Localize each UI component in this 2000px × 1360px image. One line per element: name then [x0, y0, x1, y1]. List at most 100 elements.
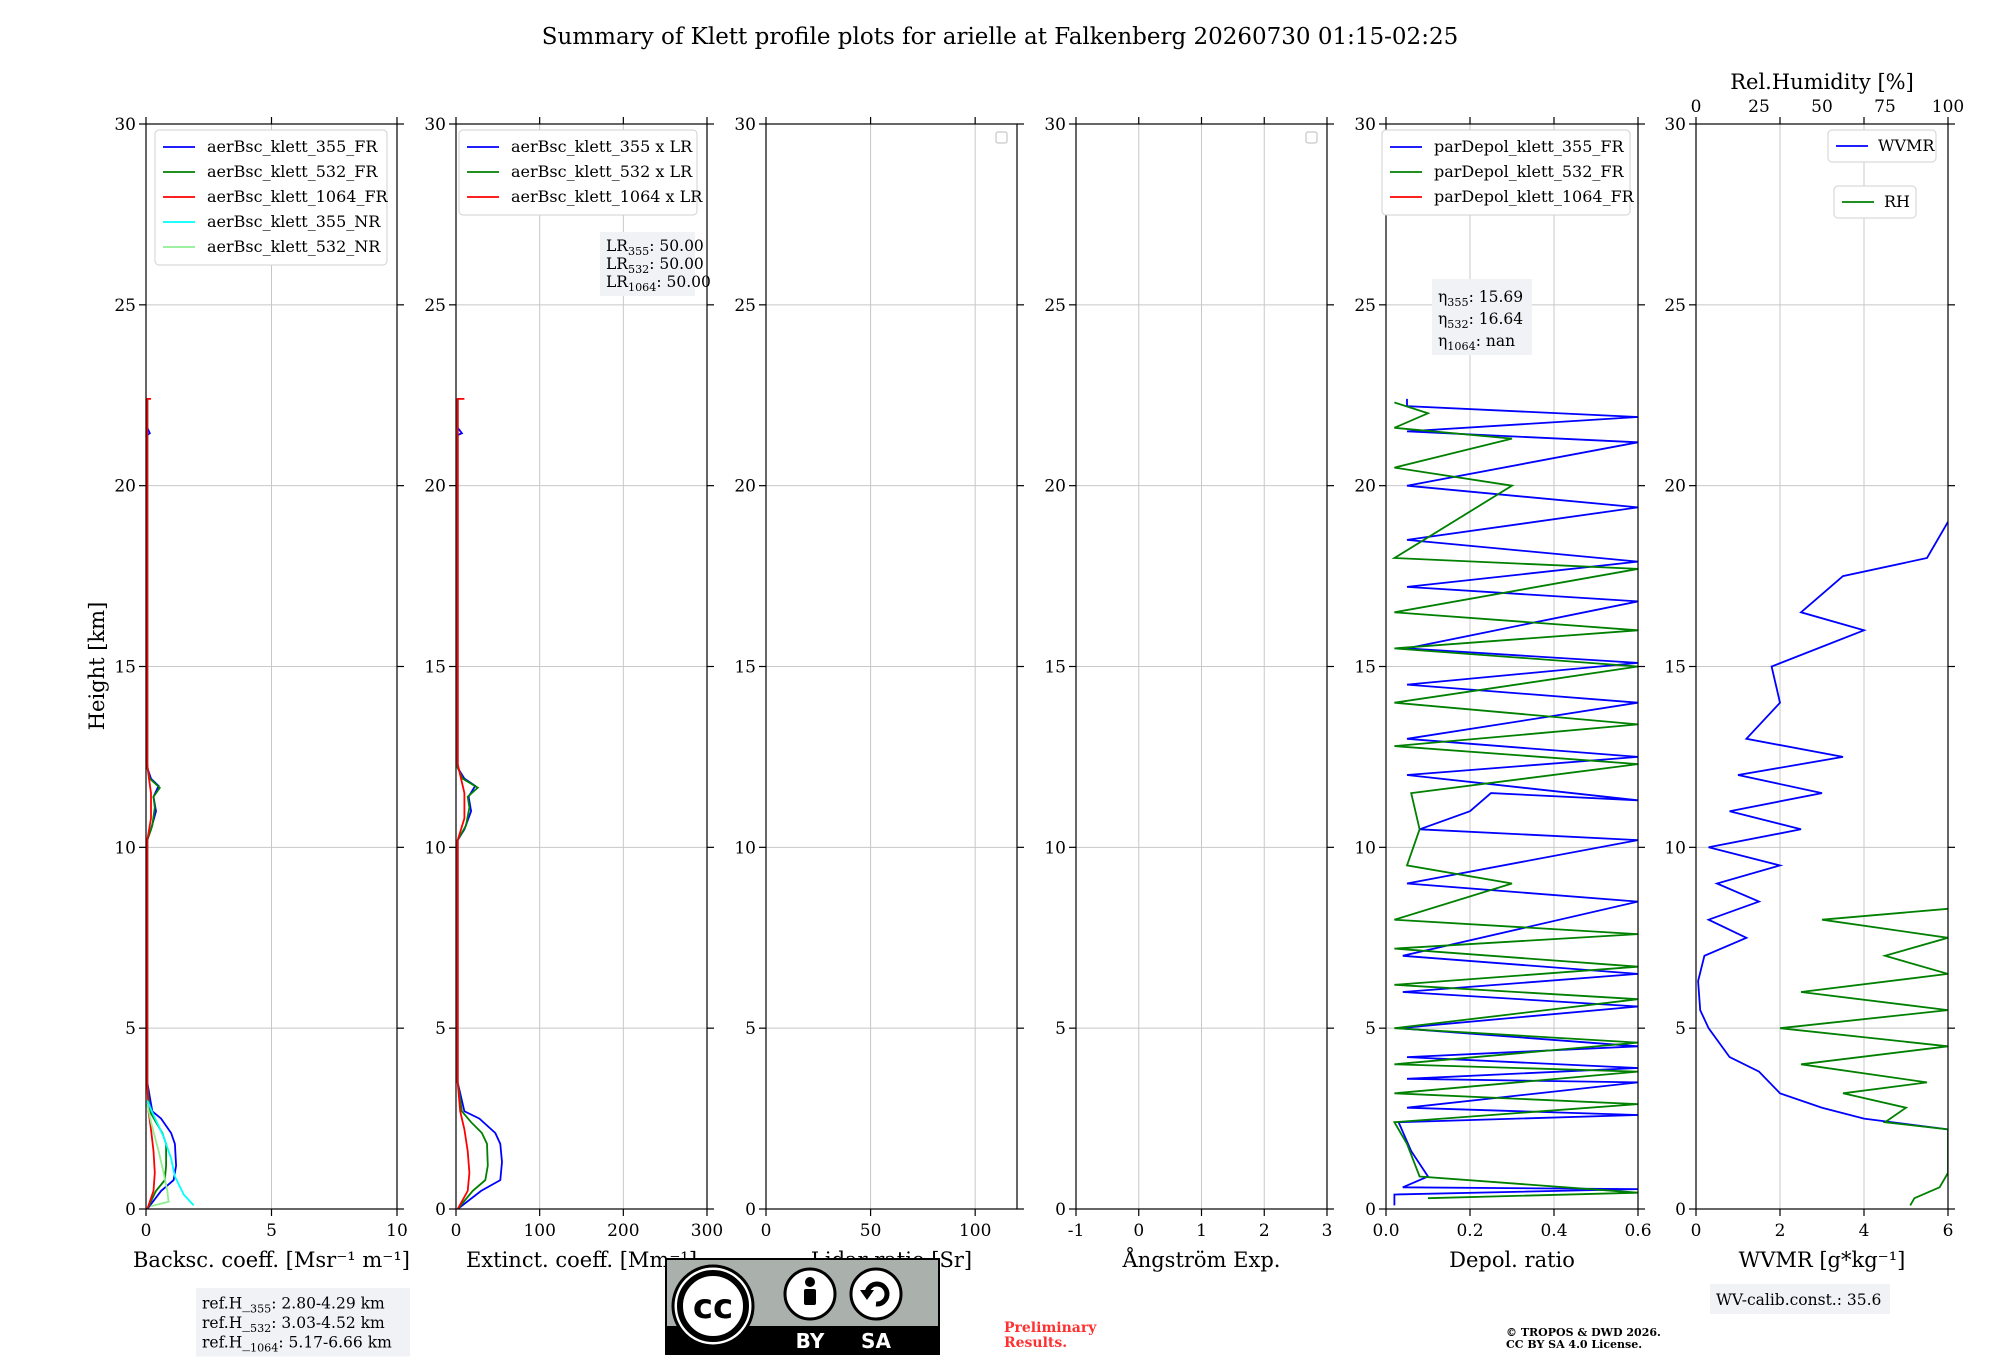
empty-legend: [995, 131, 1008, 144]
y-tick-label: 0: [1675, 1200, 1686, 1220]
x-tick-label: 0: [141, 1221, 152, 1241]
panel-angstrom: 051015202530-1 0 1 2 3Ångström Exp.: [1044, 115, 1334, 1272]
preliminary-line-1: Preliminary: [1004, 1320, 1097, 1336]
x-tick-label: 100: [523, 1221, 555, 1241]
series-line-parDepol_klett_355_FR: [1393, 398, 1638, 1206]
info-line: WV-calib.const.: 35.6: [1716, 1291, 1881, 1309]
top-tick-label: 0: [1691, 97, 1702, 117]
y-tick-label: 15: [424, 658, 446, 678]
y-tick-label: 20: [114, 477, 136, 497]
x-tick-label: 0.0: [1372, 1221, 1399, 1241]
x-tick-label: 0: [1691, 1221, 1702, 1241]
y-tick-label: 0: [435, 1200, 446, 1220]
info-line: ref.H_1064: 5.17-6.66 km: [202, 1334, 392, 1355]
x-axis-label: Extinct. coeff. [Mm⁻¹]: [466, 1248, 697, 1272]
x-axis-label: Backsc. coeff. [Msr⁻¹ m⁻¹]: [133, 1248, 410, 1272]
x-tick-label: 300: [691, 1221, 723, 1241]
y-tick-label: 10: [1664, 838, 1686, 858]
legend-label: aerBsc_klett_355_NR: [207, 212, 381, 231]
cc-text: cc: [693, 1287, 733, 1327]
panel-lidar_ratio: 051015202530050100Lidar ratio [Sr]: [734, 115, 1024, 1272]
legend-label: RH: [1884, 192, 1910, 211]
legend-rh: RH: [1833, 185, 1917, 219]
y-tick-label: 5: [745, 1019, 756, 1039]
x-axis-label: Ångström Exp.: [1122, 1247, 1281, 1272]
panel-extinction: 0510152025300 100 200 300Extinct. coeff. [M…: [424, 115, 723, 1272]
y-tick-label: 0: [125, 1200, 136, 1220]
legend: aerBsc_klett_355 x LR aerBsc_klett_532 x …: [458, 129, 703, 216]
y-tick-label: 5: [435, 1019, 446, 1039]
info-box: η355: 15.69η532: 16.64η1064: nan: [1432, 279, 1532, 355]
y-tick-label: 5: [1055, 1019, 1066, 1039]
y-tick-label: 15: [734, 658, 756, 678]
copyright-line-2: CC BY SA 4.0 License.: [1506, 1338, 1642, 1351]
y-tick-label: 30: [114, 115, 136, 135]
legend-label: aerBsc_klett_1064_FR: [207, 187, 389, 206]
series-line-aerBsc_klett_532 x LR: [456, 398, 489, 1209]
panel-depol: 0 5 10 15 20 25 30 0.0 0.2 0.4 0.6 Depol. ratio parD…: [1354, 115, 1651, 1272]
x-tick-label: 5: [266, 1221, 277, 1241]
y-tick-label: 5: [125, 1019, 136, 1039]
figure-title: Summary of Klett profile plots for ariel…: [542, 24, 1458, 50]
legend-wvmr: WVMR: [1827, 129, 1937, 163]
x-tick-label: 100: [959, 1221, 991, 1241]
x-tick-label: 1: [1196, 1221, 1207, 1241]
info-line: ref.H_355: 2.80-4.29 km: [202, 1295, 385, 1316]
y-tick-label: 30: [1354, 115, 1376, 135]
x-axis-label: Depol. ratio: [1449, 1248, 1575, 1272]
y-tick-label: 30: [1044, 115, 1066, 135]
y-tick-label: 0: [745, 1200, 756, 1220]
legend-label: aerBsc_klett_1064 x LR: [511, 187, 703, 206]
x-tick-label: 0: [761, 1221, 772, 1241]
y-tick-label: 10: [1354, 838, 1376, 858]
y-tick-label: 20: [1354, 477, 1376, 497]
legend-label: aerBsc_klett_355_FR: [207, 137, 378, 156]
info-box: ref.H_355: 2.80-4.29 kmref.H_532: 3.03-4…: [196, 1288, 410, 1357]
x-tick-label: 2: [1259, 1221, 1270, 1241]
preliminary-line-2: Results.: [1004, 1335, 1067, 1351]
y-tick-label: 20: [1664, 477, 1686, 497]
y-tick-label: 30: [424, 115, 446, 135]
x-tick-label: 0.4: [1540, 1221, 1567, 1241]
y-tick-label: 20: [734, 477, 756, 497]
info-box: WV-calib.const.: 35.6: [1710, 1284, 1890, 1314]
y-tick-label: 20: [424, 477, 446, 497]
info-line: ref.H_532: 3.03-4.52 km: [202, 1314, 385, 1335]
legend-label: aerBsc_klett_355 x LR: [511, 137, 693, 156]
top-axis-label: Rel.Humidity [%]: [1730, 70, 1914, 94]
y-tick-label: 25: [424, 296, 446, 316]
x-tick-label: 200: [607, 1221, 639, 1241]
legend-label: aerBsc_klett_532_NR: [207, 237, 381, 256]
info-box: LR355: 50.00LR532: 50.00LR1064: 50.00: [600, 232, 711, 296]
share-alike-icon: [849, 1267, 903, 1321]
y-tick-label: 30: [734, 115, 756, 135]
x-tick-label: 3: [1322, 1221, 1333, 1241]
y-axis-label: Height [km]: [85, 602, 109, 731]
info-line: LR1064: 50.00: [606, 273, 711, 294]
series-line-WVMR: [1697, 521, 1948, 1131]
top-tick-label: 75: [1874, 97, 1896, 117]
y-tick-label: 25: [1044, 296, 1066, 316]
legend-label: aerBsc_klett_532_FR: [207, 162, 378, 181]
y-tick-label: 15: [1044, 658, 1066, 678]
x-tick-label: 0: [451, 1221, 462, 1241]
cc-by-sa-logo: cc BY SA: [665, 1258, 940, 1355]
y-tick-label: 5: [1675, 1019, 1686, 1039]
legend-label: aerBsc_klett_532 x LR: [511, 162, 693, 181]
legend-label: WVMR: [1878, 136, 1935, 155]
y-tick-label: 15: [1354, 658, 1376, 678]
top-tick-label: 25: [1748, 97, 1770, 117]
y-tick-label: 15: [114, 658, 136, 678]
panel-backscatter: 0 5 10 15 20 25 30 0 5 10 Backsc. coeff. [Msr⁻¹ m⁻…: [114, 115, 410, 1357]
panel-wvmr: 0510152025300 2 4 6WVMR [g*kg⁻¹]0 25 50 75 100R…: [1664, 70, 1964, 1314]
legend: aerBsc_klett_355_FR aerBsc_klett_532_FRae…: [154, 129, 389, 266]
y-tick-label: 25: [114, 296, 136, 316]
x-axis-label: WVMR [g*kg⁻¹]: [1739, 1248, 1906, 1272]
y-tick-label: 30: [1664, 115, 1686, 135]
x-tick-label: 0: [1133, 1221, 1144, 1241]
x-tick-label: 10: [386, 1221, 408, 1241]
y-tick-label: 10: [114, 838, 136, 858]
legend: parDepol_klett_355_FR parDepol_klett_532_…: [1381, 129, 1635, 216]
x-tick-label: 50: [860, 1221, 882, 1241]
sa-label: SA: [861, 1329, 891, 1353]
